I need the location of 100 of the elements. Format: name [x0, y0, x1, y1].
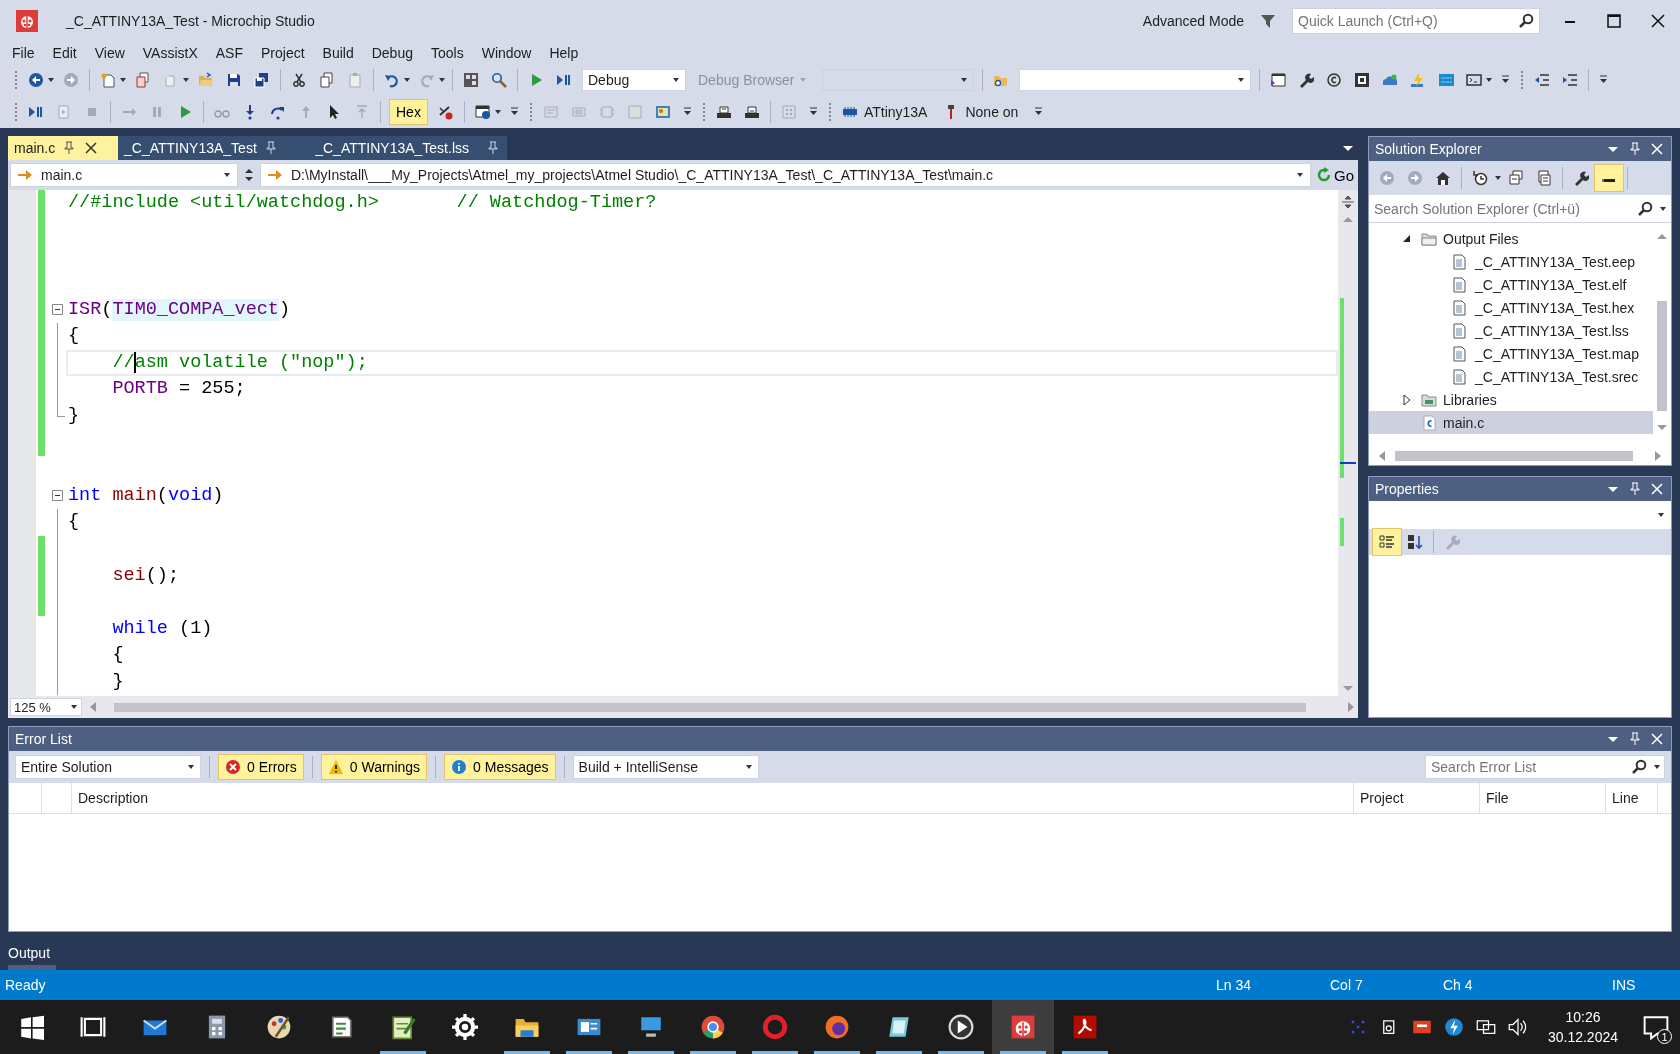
- file-dropdown[interactable]: main.c: [10, 163, 238, 187]
- ring-icon: [762, 1014, 788, 1040]
- scrollbar-thumb[interactable]: [114, 702, 1306, 712]
- insert-mode-indicator: INS: [1612, 977, 1636, 993]
- pin-icon[interactable]: [485, 140, 501, 156]
- pin-bar-icon[interactable]: [1595, 165, 1623, 191]
- collapse-icon[interactable]: [50, 303, 64, 317]
- document-tab[interactable]: main.c: [8, 136, 118, 160]
- filter-toggle[interactable]: 0 Warnings: [320, 754, 428, 780]
- panel-title: Solution Explorer: [1375, 141, 1483, 157]
- tree-item[interactable]: _C_ATTINY13A_Test.hex: [1369, 296, 1653, 319]
- go-button[interactable]: Go: [1314, 163, 1356, 187]
- column-header[interactable]: Line: [1606, 783, 1658, 813]
- network-icon[interactable]: [1475, 1017, 1496, 1037]
- tree-item[interactable]: _C_ATTINY13A_Test.lss: [1369, 319, 1653, 342]
- code-line: while (1): [111, 616, 214, 641]
- filter-toggle[interactable]: 0 Messages: [444, 754, 556, 780]
- menu-item[interactable]: Help: [540, 45, 588, 61]
- menu-item[interactable]: Edit: [43, 45, 86, 61]
- menu-item[interactable]: File: [4, 45, 44, 61]
- tree-item[interactable]: _C_ATTINY13A_Test.elf: [1369, 273, 1653, 296]
- tree-item[interactable]: _C_ATTINY13A_Test.map: [1369, 342, 1653, 365]
- notification-button[interactable]: 1: [1632, 1000, 1680, 1054]
- menu-item[interactable]: View: [85, 45, 134, 61]
- caret-icon[interactable]: [1659, 207, 1667, 211]
- collapse-icon[interactable]: [50, 489, 64, 503]
- filter-toggle[interactable]: 0 Errors: [218, 754, 304, 780]
- search-icon[interactable]: [1631, 759, 1647, 775]
- code-line: PORTB = 255;: [111, 377, 247, 402]
- tree-item[interactable]: _C_ATTINY13A_Test.eep: [1369, 250, 1653, 273]
- tree-item[interactable]: Output Files: [1369, 227, 1653, 250]
- caret-icon[interactable]: [493, 110, 502, 114]
- caret-icon[interactable]: [1485, 78, 1493, 82]
- search-icon[interactable]: [1518, 13, 1534, 29]
- scrollbar-thumb[interactable]: [1395, 451, 1633, 461]
- column-header[interactable]: Description: [72, 783, 1354, 813]
- speech-bubble-icon: [1643, 1014, 1669, 1040]
- zoom-dropdown[interactable]: 125 %: [10, 698, 82, 716]
- close-icon[interactable]: [1649, 141, 1665, 157]
- categorized-icon[interactable]: [1373, 529, 1401, 555]
- close-icon[interactable]: [1649, 731, 1665, 747]
- document-tab[interactable]: _C_ATTINY13A_Test: [118, 136, 295, 160]
- scope-dropdown[interactable]: Entire Solution: [15, 755, 201, 779]
- document-tab[interactable]: _C_ATTINY13A_Test.lss: [295, 136, 507, 160]
- menu-item[interactable]: Debug: [362, 45, 422, 61]
- taskbar-button[interactable]: [992, 1000, 1054, 1054]
- code-line: //#include <util/watchdog.h> // Watchdog-Timer?: [67, 191, 658, 216]
- scrollbar-thumb[interactable]: [1657, 301, 1667, 411]
- menu-item[interactable]: VAssistX: [133, 45, 207, 61]
- toolbar-grip[interactable]: [14, 102, 18, 122]
- caret-icon[interactable]: [47, 78, 55, 82]
- split-icon[interactable]: [1340, 194, 1356, 210]
- search-icon[interactable]: [1637, 201, 1653, 217]
- info-icon: [451, 759, 468, 775]
- column-header[interactable]: File: [1480, 783, 1606, 813]
- caret-icon[interactable]: [438, 78, 446, 82]
- palette-icon: [266, 1014, 292, 1040]
- caret-icon: [70, 705, 78, 709]
- caret-icon[interactable]: [119, 78, 127, 82]
- search-field[interactable]: Search Error List: [1425, 755, 1665, 779]
- quick-launch-field[interactable]: Quick Launch (Ctrl+Q): [1292, 8, 1540, 34]
- menu-item[interactable]: Build: [313, 45, 363, 61]
- clock[interactable]: 10:26 30.12.2024: [1533, 1000, 1632, 1054]
- pin-icon[interactable]: [1627, 731, 1643, 747]
- configuration-dropdown[interactable]: Debug: [582, 69, 686, 91]
- device-button[interactable]: ATtiny13A: [863, 104, 928, 120]
- output-tab[interactable]: Output: [8, 944, 56, 962]
- hex-toggle[interactable]: Hex: [389, 99, 428, 125]
- vertical-scrollbar[interactable]: [1338, 190, 1358, 696]
- tree-item[interactable]: Libraries: [1369, 388, 1653, 411]
- source-dropdown[interactable]: Build + IntelliSense: [572, 755, 759, 779]
- column-header[interactable]: Project: [1354, 783, 1480, 813]
- caret-icon: [187, 765, 195, 769]
- menu-item[interactable]: Project: [252, 45, 314, 61]
- close-icon[interactable]: [1649, 481, 1665, 497]
- code-line: }: [111, 670, 125, 694]
- tool-button[interactable]: None on: [965, 104, 1019, 120]
- close-icon[interactable]: [83, 140, 100, 156]
- menu-item[interactable]: ASF: [206, 45, 252, 61]
- close-icon[interactable]: [1650, 13, 1666, 29]
- caret-icon[interactable]: [1494, 176, 1502, 180]
- pin-icon[interactable]: [1627, 481, 1643, 497]
- speaker-icon[interactable]: [1507, 1017, 1528, 1037]
- funnel-icon[interactable]: [1260, 13, 1276, 29]
- path-dropdown[interactable]: D:\MyInstall\___My_Projects\Atmel_my_projects\Atmel Studio\_C_ATTINY13A_Test\_C_ATTINY13A_Test\main.c: [260, 163, 1311, 187]
- caret-icon[interactable]: [182, 78, 190, 82]
- caret-icon[interactable]: [1653, 765, 1661, 769]
- caret-icon[interactable]: [403, 78, 411, 82]
- menu-item[interactable]: Tools: [422, 45, 473, 61]
- code-line: int main(void): [67, 483, 225, 508]
- lightning-icon[interactable]: [1443, 1017, 1464, 1037]
- maximize-icon[interactable]: [1606, 13, 1622, 29]
- tree-item[interactable]: main.c: [1369, 411, 1653, 434]
- menu-item[interactable]: Window: [472, 45, 541, 61]
- warning-icon: [327, 759, 344, 775]
- play-circle-icon: [948, 1014, 974, 1040]
- toolbar-grip[interactable]: [1520, 70, 1524, 90]
- tree-item[interactable]: _C_ATTINY13A_Test.srec: [1369, 365, 1653, 388]
- toolbar-grip[interactable]: [14, 70, 18, 90]
- pin-icon[interactable]: [1627, 141, 1643, 157]
